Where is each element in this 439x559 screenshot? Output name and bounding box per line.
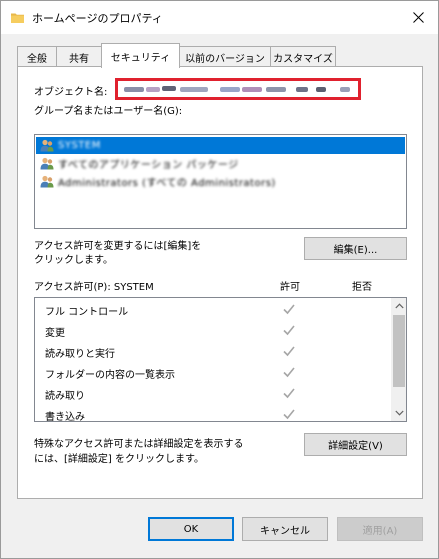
permission-name: 読み取り	[45, 391, 85, 402]
permission-row: 書き込み	[35, 404, 390, 422]
users-icon	[40, 175, 54, 188]
check-icon	[283, 409, 295, 420]
groups-list[interactable]: SYSTEM すべてのアプリケーション パッケージ Administrators…	[34, 134, 407, 229]
cancel-button[interactable]: キャンセル	[242, 517, 328, 541]
permission-name: 変更	[45, 328, 65, 339]
check-icon	[283, 367, 295, 378]
permission-row: 変更	[35, 320, 390, 341]
group-name: すべてのアプリケーション パッケージ	[58, 160, 239, 171]
allow-column-header: 許可	[280, 282, 300, 293]
check-icon	[283, 346, 295, 357]
permissions-label: アクセス許可(P): SYSTEM	[34, 282, 154, 293]
tab-previous-versions[interactable]: 以前のバージョン	[179, 46, 271, 67]
permission-name: フォルダーの内容の一覧表示	[45, 370, 175, 381]
group-name: Administrators (すべての Administrators)	[58, 178, 276, 189]
permission-row: 読み取りと実行	[35, 341, 390, 362]
group-row[interactable]: SYSTEM	[36, 137, 405, 154]
permission-row: フル コントロール	[35, 299, 390, 320]
close-button[interactable]	[399, 1, 438, 34]
users-icon	[40, 157, 54, 170]
tab-general[interactable]: 全般	[17, 46, 57, 67]
object-name-label: オブジェクト名:	[34, 87, 108, 98]
permissions-scrollbar[interactable]	[391, 298, 406, 421]
permissions-list[interactable]: フル コントロール 変更 読み取りと実行 フォルダーの内容の一覧表示 読み取り …	[34, 297, 407, 422]
scroll-down-button[interactable]	[391, 405, 406, 421]
security-panel: オブジェクト名: グループ名またはユーザー名(G): SYSTEM すべてのアプ…	[17, 66, 423, 499]
group-name: SYSTEM	[58, 140, 101, 151]
permission-name: 書き込み	[45, 412, 85, 422]
groups-label: グループ名またはユーザー名(G):	[34, 106, 183, 117]
tab-strip: 全般 共有 セキュリティ 以前のバージョン カスタマイズ	[17, 43, 437, 68]
apply-button[interactable]: 適用(A)	[337, 517, 423, 541]
users-icon	[40, 139, 54, 152]
permission-row: フォルダーの内容の一覧表示	[35, 362, 390, 383]
group-row[interactable]: すべてのアプリケーション パッケージ	[36, 155, 405, 172]
scroll-up-button[interactable]	[391, 298, 406, 314]
advanced-button[interactable]: 詳細設定(V)	[304, 433, 407, 456]
scroll-thumb[interactable]	[393, 315, 405, 387]
window-title: ホームページのプロパティ	[32, 12, 163, 25]
permission-row: 読み取り	[35, 383, 390, 404]
tab-sharing[interactable]: 共有	[56, 46, 102, 67]
change-permissions-text-line1: アクセス許可を変更するには[編集]を	[34, 241, 202, 252]
group-row[interactable]: Administrators (すべての Administrators)	[36, 173, 405, 190]
object-name-value-redacted	[115, 78, 361, 100]
ok-button[interactable]: OK	[148, 517, 234, 541]
properties-dialog: ホームページのプロパティ 全般 共有 セキュリティ 以前のバージョン カスタマイ…	[0, 0, 439, 559]
title-bar: ホームページのプロパティ	[1, 1, 438, 34]
chevron-down-icon	[394, 410, 404, 416]
advanced-text-line1: 特殊なアクセス許可または詳細設定を表示する	[34, 439, 244, 450]
tab-security[interactable]: セキュリティ	[101, 43, 180, 68]
advanced-text-line2: には、[詳細設定] をクリックします。	[34, 454, 204, 465]
folder-icon	[11, 13, 24, 23]
permission-name: フル コントロール	[45, 307, 129, 318]
check-icon	[283, 325, 295, 336]
chevron-up-icon	[394, 303, 404, 309]
permission-name: 読み取りと実行	[45, 349, 115, 360]
change-permissions-text-line2: クリックします。	[34, 255, 113, 266]
check-icon	[283, 304, 295, 315]
edit-button[interactable]: 編集(E)...	[304, 237, 407, 260]
deny-column-header: 拒否	[352, 282, 372, 293]
tab-customize[interactable]: カスタマイズ	[270, 46, 336, 67]
check-icon	[283, 388, 295, 399]
close-icon	[413, 12, 424, 23]
